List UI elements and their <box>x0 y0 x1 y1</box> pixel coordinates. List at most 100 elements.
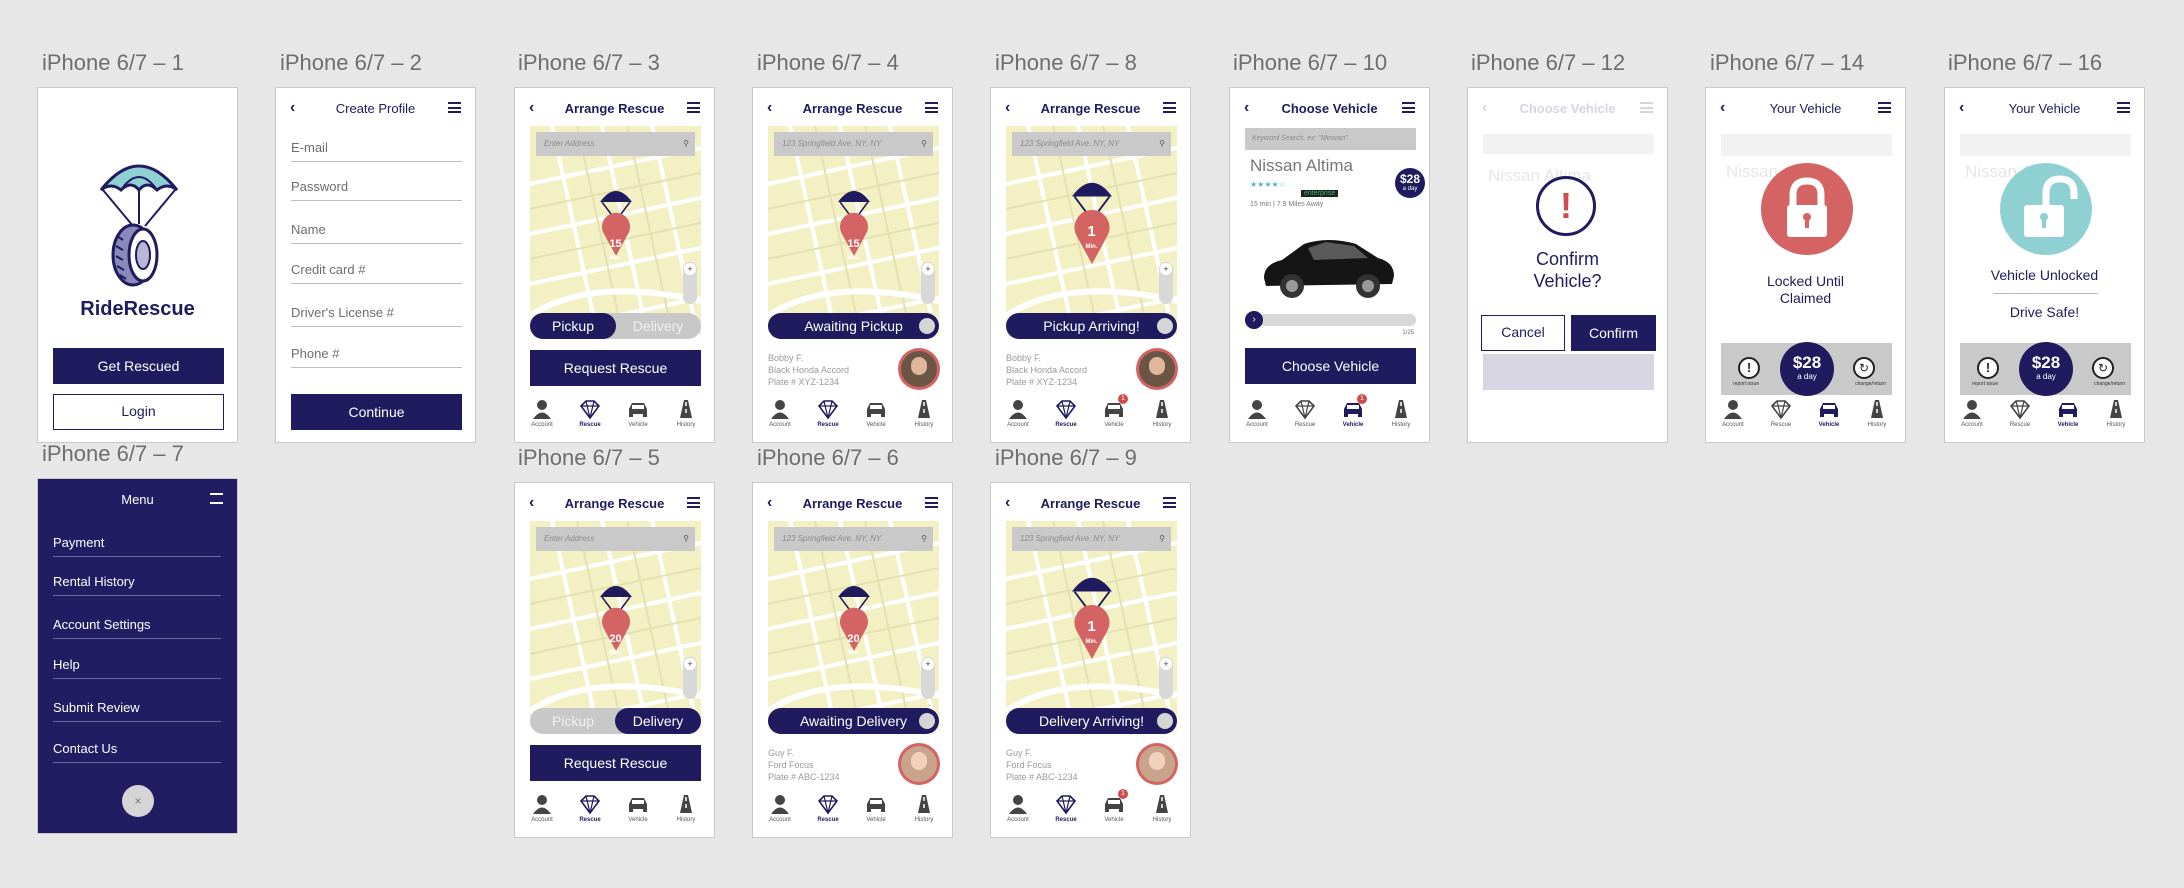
tab-account[interactable]: Account <box>998 793 1038 823</box>
tab-history[interactable]: History <box>904 793 944 823</box>
choose-vehicle-button[interactable]: Choose Vehicle <box>1245 348 1416 384</box>
continue-button[interactable]: Continue <box>291 394 462 430</box>
map-view[interactable]: 123 Springfield Ave. NY, NY ⚲ 1 Min. + <box>1006 126 1177 335</box>
tab-account[interactable]: Account <box>1713 398 1753 428</box>
tab-history[interactable]: History <box>1142 398 1182 428</box>
menu-item-account-settings[interactable]: Account Settings <box>53 617 221 639</box>
vehicle-carousel-slider[interactable]: › <box>1245 311 1416 329</box>
slider-handle[interactable]: › <box>1245 311 1263 329</box>
pickup-delivery-toggle[interactable]: Pickup Delivery <box>530 708 701 734</box>
tab-rescue[interactable]: Rescue <box>1046 793 1086 823</box>
zoom-control[interactable]: + <box>921 262 935 304</box>
request-rescue-button[interactable]: Request Rescue <box>530 350 701 386</box>
menu-item-help[interactable]: Help <box>53 657 221 679</box>
tab-account[interactable]: Account <box>522 793 562 823</box>
menu-item-submit-review[interactable]: Submit Review <box>53 700 221 722</box>
change-return-icon[interactable]: ↻ <box>2092 357 2114 379</box>
address-search-input[interactable]: Enter Address <box>536 527 695 551</box>
zoom-in-icon[interactable]: + <box>1160 263 1172 275</box>
hamburger-menu-icon[interactable] <box>687 102 700 113</box>
address-search-input[interactable]: 123 Springfield Ave. NY, NY <box>1012 132 1171 156</box>
hamburger-menu-icon[interactable] <box>1163 497 1176 508</box>
report-issue-icon[interactable]: ! <box>1977 357 1999 379</box>
zoom-control[interactable]: + <box>683 657 697 699</box>
tab-account[interactable]: Account <box>522 398 562 428</box>
map-view[interactable]: 123 Springfield Ave. NY, NY ⚲ 20 Min. + <box>768 521 939 730</box>
map-view[interactable]: 123 Springfield Ave. NY, NY ⚲ 15 Min. + <box>768 126 939 335</box>
name-field[interactable]: Name <box>291 222 462 244</box>
tab-account[interactable]: Account <box>760 398 800 428</box>
zoom-control[interactable]: + <box>1159 262 1173 304</box>
address-search-input[interactable]: 123 Springfield Ave. NY, NY <box>774 527 933 551</box>
address-search-input[interactable]: 123 Springfield Ave. NY, NY <box>774 132 933 156</box>
menu-item-contact-us[interactable]: Contact Us <box>53 741 221 763</box>
tab-account[interactable]: Account <box>760 793 800 823</box>
tab-vehicle[interactable]: Vehicle <box>856 793 896 823</box>
tab-vehicle[interactable]: Vehicle <box>618 398 658 428</box>
zoom-control[interactable]: + <box>921 657 935 699</box>
tab-history[interactable]: History <box>1381 398 1421 428</box>
menu-item-payment[interactable]: Payment <box>53 535 221 557</box>
zoom-in-icon[interactable]: + <box>684 263 696 275</box>
driver-avatar[interactable] <box>898 348 940 390</box>
tab-vehicle[interactable]: 1 Vehicle <box>1094 789 1134 823</box>
password-field[interactable]: Password <box>291 179 462 201</box>
zoom-in-icon[interactable]: + <box>922 263 934 275</box>
tab-account[interactable]: Account <box>1952 398 1992 428</box>
pickup-option[interactable]: Pickup <box>530 708 616 734</box>
tab-vehicle[interactable]: 1 Vehicle <box>1333 394 1373 428</box>
credit-card-field[interactable]: Credit card # <box>291 262 462 284</box>
hamburger-menu-icon[interactable] <box>925 102 938 113</box>
driver-avatar[interactable] <box>1136 348 1178 390</box>
driver-avatar[interactable] <box>898 743 940 785</box>
tab-history[interactable]: History <box>666 398 706 428</box>
tab-history[interactable]: History <box>1857 398 1897 428</box>
zoom-control[interactable]: + <box>1159 657 1173 699</box>
change-return-icon[interactable]: ↻ <box>1853 357 1875 379</box>
tab-rescue[interactable]: Rescue <box>1046 398 1086 428</box>
address-search-input[interactable]: Enter Address <box>536 132 695 156</box>
tab-rescue[interactable]: Rescue <box>808 398 848 428</box>
hamburger-menu-icon[interactable] <box>1402 102 1415 113</box>
delivery-option[interactable]: Delivery <box>615 313 701 339</box>
tab-rescue[interactable]: Rescue <box>1285 398 1325 428</box>
pickup-delivery-toggle[interactable]: Pickup Delivery <box>530 313 701 339</box>
tab-rescue[interactable]: Rescue <box>2000 398 2040 428</box>
get-rescued-button[interactable]: Get Rescued <box>53 348 224 384</box>
hamburger-menu-icon[interactable] <box>210 493 223 504</box>
tab-rescue[interactable]: Rescue <box>570 793 610 823</box>
confirm-button[interactable]: Confirm <box>1571 315 1656 351</box>
phone-field[interactable]: Phone # <box>291 346 462 368</box>
login-button[interactable]: Login <box>53 394 224 430</box>
tab-history[interactable]: History <box>2096 398 2136 428</box>
hamburger-menu-icon[interactable] <box>687 497 700 508</box>
delivery-option[interactable]: Delivery <box>615 708 701 734</box>
zoom-in-icon[interactable]: + <box>684 658 696 670</box>
tab-rescue[interactable]: Rescue <box>1761 398 1801 428</box>
email-field[interactable]: E-mail <box>291 140 462 162</box>
request-rescue-button[interactable]: Request Rescue <box>530 745 701 781</box>
zoom-in-icon[interactable]: + <box>1160 658 1172 670</box>
report-issue-icon[interactable]: ! <box>1738 357 1760 379</box>
drivers-license-field[interactable]: Driver's License # <box>291 305 462 327</box>
tab-vehicle[interactable]: Vehicle <box>2048 398 2088 428</box>
driver-avatar[interactable] <box>1136 743 1178 785</box>
tab-history[interactable]: History <box>1142 793 1182 823</box>
hamburger-menu-icon[interactable] <box>925 497 938 508</box>
pickup-option[interactable]: Pickup <box>530 313 616 339</box>
map-view[interactable]: Enter Address ⚲ 15 Min. + <box>530 126 701 335</box>
tab-vehicle[interactable]: 1 Vehicle <box>1094 394 1134 428</box>
tab-account[interactable]: Account <box>1237 398 1277 428</box>
address-search-input[interactable]: 123 Springfield Ave. NY, NY <box>1012 527 1171 551</box>
map-view[interactable]: 123 Springfield Ave. NY, NY ⚲ 1 Min. + <box>1006 521 1177 730</box>
cancel-button[interactable]: Cancel <box>1481 315 1565 351</box>
tab-rescue[interactable]: Rescue <box>808 793 848 823</box>
zoom-control[interactable]: + <box>683 262 697 304</box>
tab-history[interactable]: History <box>904 398 944 428</box>
tab-history[interactable]: History <box>666 793 706 823</box>
vehicle-search-input[interactable]: Keyword Search. ex: "Minivan" <box>1245 128 1416 150</box>
tab-vehicle[interactable]: Vehicle <box>618 793 658 823</box>
close-menu-button[interactable]: × <box>122 785 154 817</box>
map-view[interactable]: Enter Address ⚲ 20 Min. + <box>530 521 701 730</box>
tab-vehicle[interactable]: Vehicle <box>1809 398 1849 428</box>
